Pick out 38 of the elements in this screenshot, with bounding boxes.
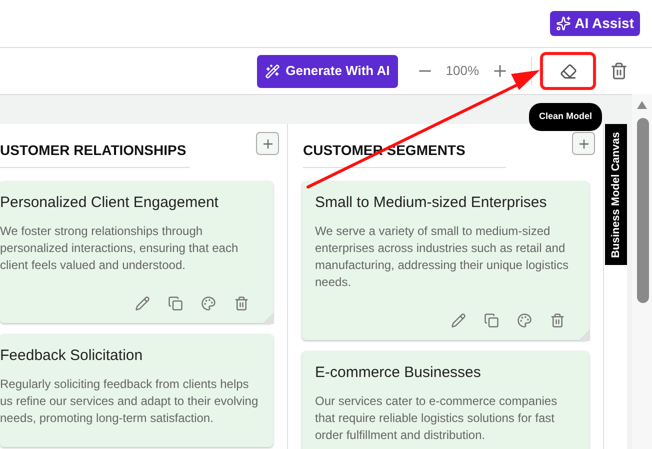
add-card-button[interactable] [256, 132, 279, 155]
add-card-button[interactable] [572, 132, 595, 155]
delete-icon[interactable] [610, 62, 628, 80]
edit-icon[interactable] [451, 313, 466, 328]
delete-icon[interactable] [550, 313, 565, 328]
plus-icon [576, 136, 590, 150]
column-heading: CUSTOMER SEGMENTS [303, 140, 506, 168]
eraser-button[interactable] [540, 52, 596, 90]
folded-corner-icon [262, 312, 274, 324]
column-heading: USTOMER RELATIONSHIPS [0, 140, 190, 168]
folded-corner-icon [578, 329, 590, 341]
generate-button[interactable]: Generate With AI [256, 54, 398, 88]
plus-icon [260, 136, 274, 150]
side-tab[interactable]: Business Model Canvas [605, 124, 627, 265]
card-title: Personalized Client Engagement [0, 193, 220, 213]
card-title: E-commerce Businesses [315, 363, 482, 383]
edit-icon[interactable] [135, 296, 150, 311]
copy-icon[interactable] [484, 313, 499, 328]
eraser-icon [560, 62, 576, 80]
palette-icon[interactable] [201, 296, 216, 311]
copy-icon[interactable] [168, 296, 183, 311]
card-title: Small to Medium-sized Enterprises [315, 193, 548, 213]
card-description: We foster strong relationships through personalized interactions, ensuring that each client feels valued and understood. [0, 223, 240, 274]
zoom-level: 100% [446, 62, 479, 80]
scrollbar-thumb[interactable] [637, 118, 649, 303]
sparkle-icon [556, 16, 571, 31]
scroll-up-icon[interactable] [637, 101, 647, 109]
magic-wand-icon [264, 64, 280, 78]
card-title: Feedback Solicitation [0, 346, 144, 366]
delete-icon[interactable] [234, 296, 249, 311]
palette-icon[interactable] [517, 313, 532, 328]
zoom-in-icon[interactable] [491, 62, 509, 80]
scrollbar[interactable] [632, 94, 652, 449]
ai-assist-button[interactable]: AI Assist [550, 11, 640, 36]
card-description: We serve a variety of small to medium-sized enterprises across industries such as retail and manufacturing, addressing their unique logistics needs. [315, 223, 570, 291]
card-description: Regularly soliciting feedback from clients helps us refine our services and adapt to their evolving needs, promoting long-term satisfaction. [0, 376, 260, 427]
card-description: Our services cater to e-commerce companies that require reliable logistics solutions for fast order fulfillment and distribution. [315, 393, 558, 444]
tooltip: Clean Model [529, 103, 602, 130]
